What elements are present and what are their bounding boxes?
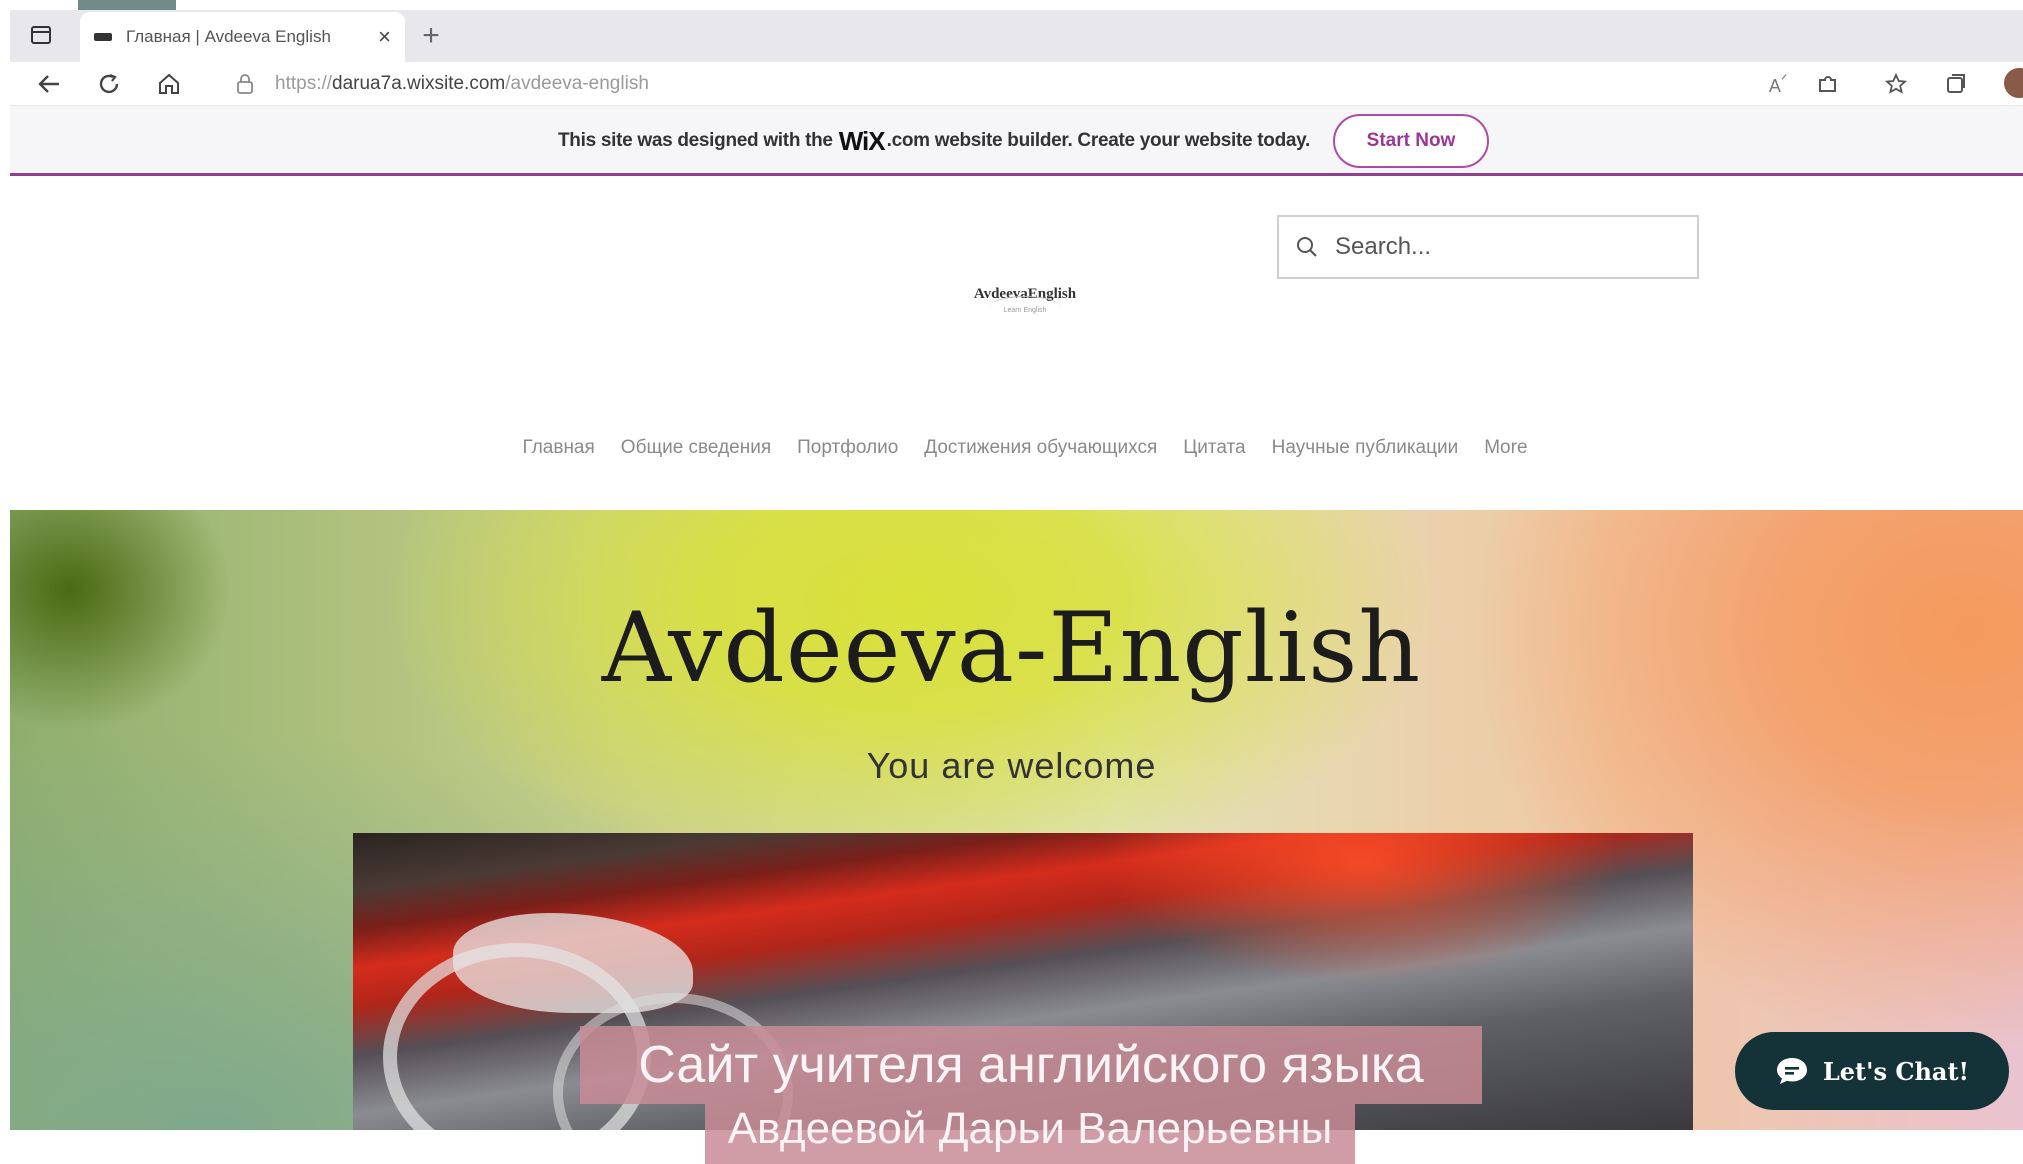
hero-subtitle: You are welcome xyxy=(866,745,1157,786)
url-field[interactable]: https://darua7a.wixsite.com/avdeeva-engl… xyxy=(275,64,649,104)
lock-icon xyxy=(237,74,253,94)
favorites-button[interactable] xyxy=(1875,64,1917,104)
browser-tab[interactable]: Главная | Avdeeva English × xyxy=(80,12,405,62)
site-search[interactable] xyxy=(1277,215,1699,279)
new-tab-button[interactable]: + xyxy=(410,16,452,56)
collections-icon xyxy=(1947,74,1965,93)
hero-title: Avdeeva-English xyxy=(601,592,1422,704)
reload-icon xyxy=(99,73,119,94)
search-input[interactable] xyxy=(1333,232,1667,262)
banner-text-before: This site was designed with the xyxy=(558,130,833,151)
hero-caption-line1: Сайт учителя английского языка xyxy=(580,1026,1482,1104)
home-button[interactable] xyxy=(148,64,190,104)
close-tab-icon[interactable]: × xyxy=(378,24,391,50)
window-corner xyxy=(78,0,176,10)
search-icon xyxy=(1297,237,1317,257)
start-now-button[interactable]: Start Now xyxy=(1333,114,1489,168)
nav-item-general-info[interactable]: Общие сведения xyxy=(608,437,784,459)
collections-button[interactable] xyxy=(1935,64,1977,104)
nav-item-portfolio[interactable]: Портфолио xyxy=(784,437,911,459)
profile-avatar xyxy=(2004,68,2023,98)
url-path: /avdeeva-english xyxy=(505,73,649,94)
chat-bubble-icon xyxy=(1776,1058,1807,1084)
puzzle-icon xyxy=(1819,76,1836,92)
read-aloud-button[interactable]: Aᐟ xyxy=(1757,64,1799,104)
site-logo[interactable]: AvdeevaEnglish Learn English xyxy=(950,286,1100,336)
nav-item-quote[interactable]: Цитата xyxy=(1170,437,1258,459)
site-favicon-icon xyxy=(94,33,112,41)
back-button[interactable] xyxy=(28,64,70,104)
home-icon xyxy=(159,73,179,94)
read-aloud-icon: Aᐟ xyxy=(1768,72,1788,96)
back-arrow-icon xyxy=(38,75,59,93)
wix-logo: WiX xyxy=(838,125,886,156)
hero-caption-line2: Авдеевой Дарьи Валерьевны xyxy=(705,1104,1355,1164)
site-nav: Главная Общие сведения Портфолио Достиже… xyxy=(440,430,1610,466)
nav-item-publications[interactable]: Научные публикации xyxy=(1259,437,1472,459)
tab-title: Главная | Avdeeva English xyxy=(126,27,331,46)
nav-item-home[interactable]: Главная xyxy=(509,437,607,459)
reload-button[interactable] xyxy=(88,64,130,104)
nav-item-more[interactable]: More xyxy=(1471,437,1540,459)
url-host: darua7a.wixsite.com xyxy=(332,73,506,94)
star-icon xyxy=(1884,72,1908,94)
wix-banner-text: This site was designed with the WiX .com… xyxy=(558,124,1310,158)
profile-button[interactable] xyxy=(2004,68,2023,98)
banner-text-after: .com website builder. Create your websit… xyxy=(886,130,1311,151)
extensions-button[interactable] xyxy=(1807,64,1849,104)
logo-swoosh xyxy=(990,296,1060,317)
tab-actions-icon xyxy=(31,26,51,44)
url-prefix: https:// xyxy=(275,73,333,94)
chat-label: Let's Chat! xyxy=(1822,1056,1970,1086)
nav-item-student-achievements[interactable]: Достижения обучающихся xyxy=(911,437,1170,459)
tab-actions-button[interactable] xyxy=(22,18,60,52)
site-info-button[interactable] xyxy=(230,66,260,102)
chat-button[interactable]: Let's Chat! xyxy=(1735,1032,2009,1110)
